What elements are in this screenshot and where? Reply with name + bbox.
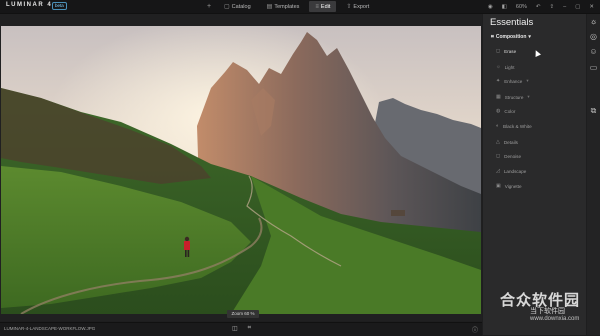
erase-icon: ◻: [496, 48, 501, 54]
chevron-down-icon: ▾: [527, 94, 530, 99]
creative-palette-icon[interactable]: ◎: [589, 32, 598, 41]
tool-denoise[interactable]: ◻ Denoise: [496, 153, 521, 159]
tool-vignette-label: Vignette: [504, 183, 522, 189]
section-composition[interactable]: ⌗ Composition ▾: [491, 34, 531, 40]
layers-icon[interactable]: ⧉: [589, 106, 598, 115]
app-logo: LUMINAR 4: [6, 2, 53, 8]
tab-edit[interactable]: ≡ Edit: [309, 1, 337, 12]
info-icon[interactable]: ⓘ: [472, 325, 478, 334]
vignette-icon: ▣: [496, 183, 501, 189]
color-icon: ◍: [496, 108, 501, 114]
zoom-value[interactable]: 60%: [516, 4, 527, 10]
bottom-bar: LUMINAR-4-LANDSCAPE-WORKFLOW.JPG ◫ ⌗ ⓘ: [0, 322, 482, 336]
tool-vignette[interactable]: ▣ Vignette: [496, 183, 522, 189]
tool-enhance-label: Enhance: [504, 78, 523, 84]
before-after-icon[interactable]: ◫: [232, 325, 238, 332]
share-icon[interactable]: ⇪: [550, 4, 555, 10]
enhance-icon: ✦: [496, 78, 501, 84]
watermark-url: www.downxia.com: [530, 316, 580, 322]
tool-color-label: Color: [504, 108, 516, 114]
details-icon: △: [496, 139, 500, 145]
chevron-down-icon: ▾: [528, 34, 531, 40]
minimize-icon[interactable]: –: [563, 4, 566, 10]
tab-catalog[interactable]: ▢ Catalog: [218, 1, 257, 12]
edit-panel: Essentials ⌗ Composition ▾ ◻ Erase ☼ Lig…: [483, 14, 586, 335]
tool-landscape[interactable]: ◿ Landscape: [496, 168, 526, 174]
add-button[interactable]: +: [204, 1, 214, 12]
denoise-icon: ◻: [496, 153, 501, 159]
tab-export[interactable]: ⇧ Export: [340, 1, 375, 12]
tab-export-label: Export: [353, 3, 370, 10]
landscape-icon: ◿: [496, 168, 500, 174]
top-bar: LUMINAR 4 beta + ▢ Catalog ▤ Templates ≡…: [0, 0, 600, 14]
edit-icon: ≡: [315, 3, 319, 10]
tool-black-white-label: Black & White: [503, 123, 532, 129]
templates-icon: ▤: [266, 4, 273, 10]
tool-erase[interactable]: ◻ Erase: [496, 48, 516, 54]
zoom-indicator: Zoom 60 %: [227, 310, 259, 318]
structure-icon: ▦: [496, 94, 501, 100]
tool-color[interactable]: ◍ Color: [496, 108, 515, 114]
panel-title: Essentials: [490, 17, 534, 28]
tab-catalog-label: Catalog: [231, 3, 251, 10]
tool-details-label: Details: [503, 139, 518, 145]
tool-landscape-label: Landscape: [503, 168, 527, 174]
eye-icon[interactable]: ◉: [488, 4, 493, 10]
tool-light[interactable]: ☼ Light: [496, 64, 515, 70]
close-icon[interactable]: ✕: [589, 4, 594, 10]
watermark-sub: 当下软件园: [530, 308, 565, 315]
essentials-sun-icon[interactable]: ☼: [589, 17, 598, 26]
tool-denoise-label: Denoise: [504, 153, 522, 159]
compare-icon[interactable]: ◧: [502, 4, 507, 10]
main-nav: + ▢ Catalog ▤ Templates ≡ Edit ⇧ Export: [204, 1, 375, 12]
tab-edit-label: Edit: [320, 3, 331, 10]
tool-black-white[interactable]: ◐ Black & White: [496, 123, 532, 129]
top-right-controls: ◉ ◧ 60% ↶ ⇪ – ▢ ✕: [488, 1, 594, 12]
catalog-icon: ▢: [224, 4, 230, 10]
crop-icon: ⌗: [491, 34, 494, 40]
bottom-controls: ◫ ⌗: [232, 325, 251, 332]
landscape-photo[interactable]: [1, 26, 481, 314]
beta-badge: beta: [52, 2, 67, 10]
light-icon: ☼: [496, 64, 501, 70]
tool-enhance[interactable]: ✦ Enhance ▾: [496, 78, 529, 84]
tool-structure[interactable]: ▦ Structure ▾: [496, 94, 530, 100]
export-icon: ⇧: [346, 4, 352, 10]
chevron-down-icon: ▾: [526, 78, 529, 83]
professional-bag-icon[interactable]: ▭: [589, 63, 598, 72]
section-composition-label: Composition: [495, 34, 527, 40]
tool-structure-label: Structure: [504, 94, 524, 100]
tool-erase-label: Erase: [504, 48, 517, 54]
bw-icon: ◐: [496, 123, 500, 129]
undo-icon[interactable]: ↶: [536, 4, 541, 10]
tool-light-label: Light: [504, 64, 515, 70]
tab-templates-label: Templates: [274, 3, 300, 10]
file-name: LUMINAR-4-LANDSCAPE-WORKFLOW.JPG: [4, 326, 96, 331]
tab-templates[interactable]: ▤ Templates: [261, 1, 306, 12]
tool-rail: ☼ ◎ ☺ ▭ ⧉: [587, 14, 600, 335]
crop-icon[interactable]: ⌗: [248, 325, 251, 332]
maximize-icon[interactable]: ▢: [575, 4, 580, 10]
tool-details[interactable]: △ Details: [496, 139, 518, 145]
portrait-face-icon[interactable]: ☺: [589, 47, 598, 56]
